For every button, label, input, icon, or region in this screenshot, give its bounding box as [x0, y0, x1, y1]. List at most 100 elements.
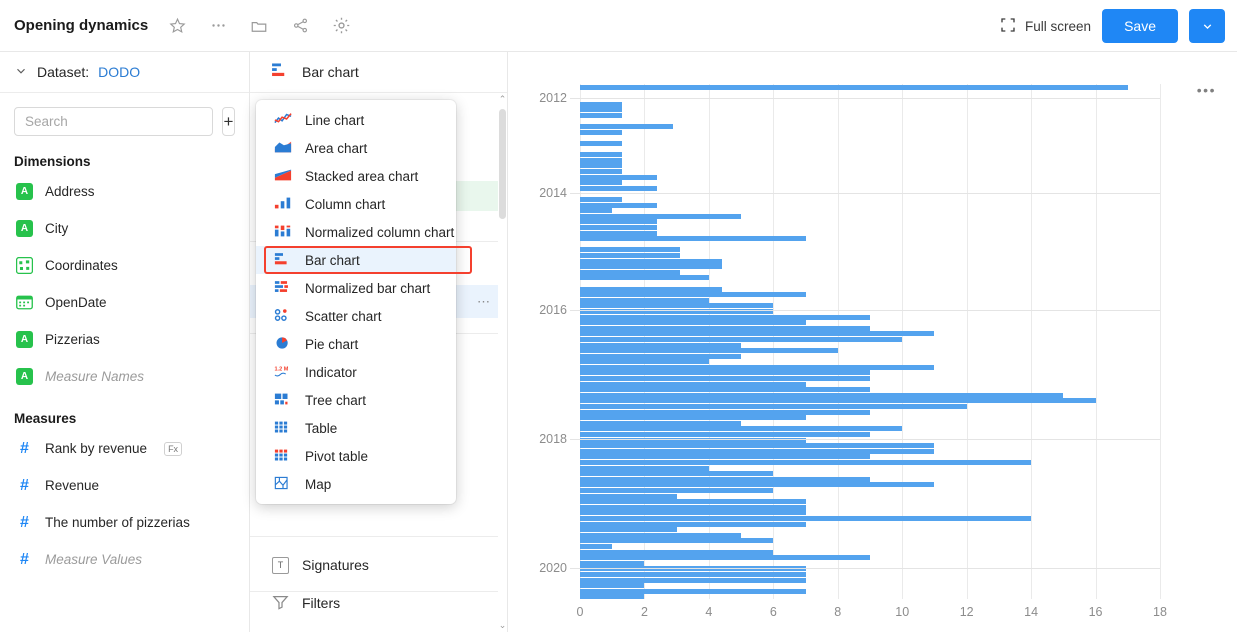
share-icon[interactable]	[289, 15, 311, 37]
chart-bar[interactable]	[580, 163, 622, 169]
chart-bar[interactable]	[580, 168, 622, 174]
chart-bar[interactable]	[580, 392, 1064, 398]
chart-bar[interactable]	[580, 482, 935, 488]
chart-bar[interactable]	[580, 236, 806, 242]
chart-bar[interactable]	[580, 538, 774, 544]
chart-bar[interactable]	[580, 465, 709, 471]
chart-bar[interactable]	[580, 364, 935, 370]
dimension-item-city[interactable]: A City	[0, 210, 249, 247]
menu-item-pivot-table[interactable]: Pivot table	[256, 442, 456, 470]
chart-bar[interactable]	[580, 544, 613, 550]
chart-bar[interactable]	[580, 499, 806, 505]
chart-bar[interactable]	[580, 140, 622, 146]
menu-item-tree-chart[interactable]: Tree chart	[256, 386, 456, 414]
chart-bar[interactable]	[580, 420, 742, 426]
search-input[interactable]	[14, 107, 213, 136]
chart-bar[interactable]	[580, 398, 1096, 404]
chart-bar[interactable]	[580, 107, 622, 113]
chart-bar[interactable]	[580, 230, 658, 236]
chart-bar[interactable]	[580, 370, 870, 376]
chart-bar[interactable]	[580, 303, 774, 309]
chart-bar[interactable]	[580, 275, 709, 281]
chart-bar[interactable]	[580, 560, 645, 566]
menu-item-bar-chart[interactable]: Bar chart	[256, 246, 472, 274]
gear-icon[interactable]	[330, 15, 352, 37]
chart-bar[interactable]	[580, 264, 722, 270]
chart-bar[interactable]	[580, 404, 967, 410]
chart-bar[interactable]	[580, 409, 870, 415]
chart-bar[interactable]	[580, 353, 742, 359]
chart-bar[interactable]	[580, 415, 806, 421]
chart-options-icon[interactable]: •••	[1197, 82, 1216, 98]
measure-item-measure-values[interactable]: # Measure Values	[0, 541, 249, 578]
chart-bar[interactable]	[580, 258, 722, 264]
dimension-item-coordinates[interactable]: Coordinates	[0, 247, 249, 284]
chart-bar[interactable]	[580, 331, 935, 337]
dimension-item-pizzerias[interactable]: A Pizzerias	[0, 321, 249, 358]
chart-bar[interactable]	[580, 376, 870, 382]
measure-item-number-of-pizzerias[interactable]: # The number of pizzerias	[0, 504, 249, 541]
chart-bar[interactable]	[580, 532, 742, 538]
measure-item-revenue[interactable]: # Revenue	[0, 467, 249, 504]
config-panel-scrollbar[interactable]: ⌃ ⌄	[498, 93, 507, 632]
chart-bar[interactable]	[580, 224, 658, 230]
chart-bar[interactable]	[580, 504, 806, 510]
save-dropdown-button[interactable]	[1189, 9, 1225, 43]
chart-bar[interactable]	[580, 336, 903, 342]
add-field-button[interactable]: +	[222, 107, 235, 136]
menu-item-indicator[interactable]: 1.2 M Indicator	[256, 358, 456, 386]
fullscreen-button[interactable]: Full screen	[1000, 17, 1091, 36]
star-icon[interactable]	[166, 15, 188, 37]
chart-bar[interactable]	[580, 488, 774, 494]
menu-item-table[interactable]: Table	[256, 414, 456, 442]
menu-item-stacked-area-chart[interactable]: Stacked area chart	[256, 162, 456, 190]
chart-bar[interactable]	[580, 213, 742, 219]
chart-bar[interactable]	[580, 471, 774, 477]
chart-bar[interactable]	[580, 516, 1032, 522]
chart-bar[interactable]	[580, 493, 677, 499]
chart-bar[interactable]	[580, 180, 622, 186]
measure-item-rank-by-revenue[interactable]: # Rank by revenue Fx	[0, 430, 249, 467]
chart-bar[interactable]	[580, 269, 680, 275]
chart-bar[interactable]	[580, 460, 1032, 466]
chart-bar[interactable]	[580, 325, 870, 331]
chart-type-selector[interactable]: Bar chart	[250, 52, 507, 93]
scroll-up-arrow[interactable]: ⌃	[499, 93, 507, 106]
chart-bar[interactable]	[580, 443, 935, 449]
chart-bar[interactable]	[580, 577, 806, 583]
dataset-name[interactable]: DODO	[98, 64, 140, 80]
ellipsis-icon[interactable]	[207, 15, 229, 37]
field-options-icon[interactable]: ⋯	[477, 294, 491, 310]
chart-bar[interactable]	[580, 510, 806, 516]
chart-bar[interactable]	[580, 348, 838, 354]
chart-bar[interactable]	[580, 594, 645, 600]
chart-bar[interactable]	[580, 555, 870, 561]
chart-bar[interactable]	[580, 252, 680, 258]
chart-bar[interactable]	[580, 157, 622, 163]
menu-item-area-chart[interactable]: Area chart	[256, 134, 456, 162]
save-button[interactable]: Save	[1102, 9, 1178, 43]
menu-item-column-chart[interactable]: Column chart	[256, 190, 456, 218]
dimension-item-address[interactable]: A Address	[0, 173, 249, 210]
chart-bar[interactable]	[580, 185, 658, 191]
chart-bar[interactable]	[580, 219, 658, 225]
chart-bar[interactable]	[580, 101, 622, 107]
chart-bar[interactable]	[580, 426, 903, 432]
chart-bar[interactable]	[580, 196, 622, 202]
chart-bar[interactable]	[580, 381, 806, 387]
chart-bar[interactable]	[580, 448, 935, 454]
chart-bar[interactable]	[580, 342, 742, 348]
chart-bar[interactable]	[580, 527, 677, 533]
chart-bar[interactable]	[580, 320, 806, 326]
menu-item-normalized-bar-chart[interactable]: Normalized bar chart	[256, 274, 456, 302]
chart-bar[interactable]	[580, 454, 870, 460]
dimension-item-opendate[interactable]: OpenDate	[0, 284, 249, 321]
menu-item-map[interactable]: Map	[256, 470, 456, 498]
chart-bar[interactable]	[580, 124, 674, 130]
chart-bar[interactable]	[580, 583, 645, 589]
scrollbar-thumb[interactable]	[499, 109, 506, 219]
chart-bar[interactable]	[580, 359, 709, 365]
chart-bar[interactable]	[580, 297, 709, 303]
dataset-selector[interactable]: Dataset: DODO	[0, 52, 249, 93]
chart-bar[interactable]	[580, 476, 870, 482]
